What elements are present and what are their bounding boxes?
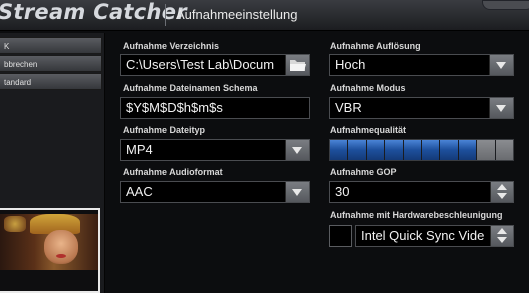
resolution-value: Hoch — [335, 57, 366, 72]
quality-segment[interactable] — [330, 140, 348, 160]
filetype-dropdown[interactable]: MP4 — [120, 139, 310, 161]
filename-schema-input[interactable]: $Y$M$D$h$m$s — [120, 97, 310, 119]
hw-accel-checkbox[interactable] — [329, 225, 352, 247]
page-title: Aufnahmeeinstellung — [176, 7, 298, 22]
mode-label: Aufnahme Modus — [330, 83, 406, 93]
sidebar-ok-button[interactable]: K — [0, 37, 102, 54]
hw-accel-value: Intel Quick Sync Vide — [361, 228, 485, 243]
header-bar: Stream Catcher Aufnahmeeinstellung — [0, 0, 529, 31]
quality-segment[interactable] — [422, 140, 440, 160]
directory-field[interactable]: C:\Users\Test Lab\Docum — [120, 54, 310, 76]
quality-segment[interactable] — [458, 140, 477, 160]
chevron-down-icon[interactable] — [489, 98, 513, 118]
filetype-value: MP4 — [126, 142, 153, 157]
mode-dropdown[interactable]: VBR — [329, 97, 514, 119]
quality-segment[interactable] — [366, 140, 385, 160]
header-divider — [165, 4, 166, 26]
quality-segment[interactable] — [495, 140, 514, 160]
sidebar-default-button[interactable]: tandard — [0, 73, 102, 90]
browse-folder-button[interactable] — [285, 55, 309, 75]
chevron-down-icon[interactable] — [285, 182, 309, 202]
audioformat-dropdown[interactable]: AAC — [120, 181, 310, 203]
spin-arrows-icon[interactable] — [490, 182, 513, 202]
spin-arrows-icon[interactable] — [490, 226, 513, 246]
gop-value: 30 — [335, 184, 350, 199]
sidebar: K bbrechen tandard — [0, 33, 105, 293]
preview-thumbnail — [0, 214, 98, 270]
window-control-button[interactable] — [482, 0, 529, 10]
resolution-label: Aufnahme Auflösung — [330, 41, 421, 51]
quality-label: Aufnahmequalität — [330, 125, 407, 135]
app-title: Stream Catcher — [0, 0, 187, 24]
quality-segment[interactable] — [440, 140, 458, 160]
mode-value: VBR — [335, 100, 362, 115]
directory-value: C:\Users\Test Lab\Docum — [126, 57, 275, 72]
chevron-down-icon[interactable] — [285, 140, 309, 160]
filetype-label: Aufnahme Dateityp — [123, 125, 206, 135]
app-window: Stream Catcher Aufnahmeeinstellung K bbr… — [0, 0, 529, 293]
audioformat-label: Aufnahme Audioformat — [123, 167, 223, 177]
quality-segment[interactable] — [403, 140, 422, 160]
chevron-down-icon[interactable] — [489, 55, 513, 75]
folder-icon — [290, 60, 306, 71]
resolution-dropdown[interactable]: Hoch — [329, 54, 514, 76]
quality-segment[interactable] — [348, 140, 366, 160]
filename-schema-label: Aufnahme Dateinamen Schema — [123, 83, 258, 93]
quality-segment[interactable] — [385, 140, 403, 160]
gop-stepper[interactable]: 30 — [329, 181, 514, 203]
settings-panel: Aufnahme Verzeichnis C:\Users\Test Lab\D… — [105, 33, 529, 293]
gop-label: Aufnahme GOP — [330, 167, 397, 177]
hw-accel-label: Aufnahme mit Hardwarebeschleunigung — [330, 210, 503, 220]
hw-accel-dropdown[interactable]: Intel Quick Sync Vide — [355, 225, 514, 247]
audioformat-value: AAC — [126, 184, 153, 199]
quality-slider[interactable] — [329, 139, 514, 161]
quality-segment[interactable] — [477, 140, 495, 160]
sidebar-cancel-button[interactable]: bbrechen — [0, 55, 102, 72]
filename-schema-value: $Y$M$D$h$m$s — [126, 100, 223, 115]
directory-label: Aufnahme Verzeichnis — [123, 41, 220, 51]
video-preview — [0, 208, 100, 293]
